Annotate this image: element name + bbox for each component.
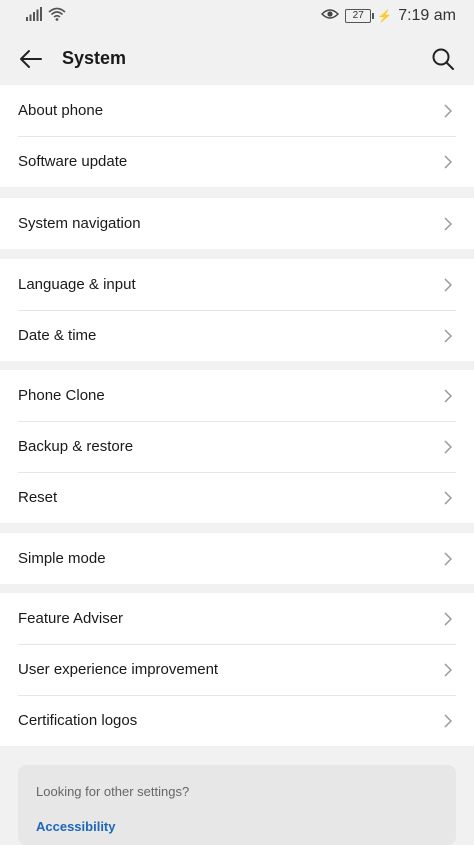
settings-item-about-phone[interactable]: About phone (0, 85, 474, 136)
chevron-right-icon (444, 611, 456, 627)
settings-item-label: Backup & restore (18, 438, 134, 455)
settings-item-simple-mode[interactable]: Simple mode (0, 533, 474, 584)
clock: 7:19 am (398, 7, 456, 24)
chevron-right-icon (444, 439, 456, 455)
settings-group-backup: Phone Clone Backup & restore Reset (0, 370, 474, 523)
settings-item-label: Reset (18, 489, 58, 506)
settings-item-software-update[interactable]: Software update (0, 136, 474, 187)
settings-item-phone-clone[interactable]: Phone Clone (0, 370, 474, 421)
chevron-right-icon (444, 154, 456, 170)
chevron-right-icon (444, 713, 456, 729)
settings-item-label: About phone (18, 102, 104, 119)
suggestion-question: Looking for other settings? (36, 784, 190, 799)
settings-item-label: User experience improvement (18, 661, 219, 678)
settings-item-feature-adviser[interactable]: Feature Adviser (0, 593, 474, 644)
settings-item-label: Phone Clone (18, 387, 105, 404)
settings-item-certification-logos[interactable]: Certification logos (0, 695, 474, 746)
settings-item-label: Date & time (18, 327, 97, 344)
settings-group-simple-mode: Simple mode (0, 533, 474, 584)
settings-item-label: System navigation (18, 215, 141, 232)
settings-item-label: Feature Adviser (18, 610, 124, 627)
settings-item-user-experience[interactable]: User experience improvement (0, 644, 474, 695)
app-bar: System (0, 32, 474, 85)
chevron-right-icon (444, 490, 456, 506)
settings-item-language-input[interactable]: Language & input (0, 259, 474, 310)
chevron-right-icon (444, 103, 456, 119)
eye-comfort-icon (321, 7, 340, 26)
search-icon[interactable] (430, 46, 456, 72)
settings-item-label: Language & input (18, 276, 136, 293)
settings-item-label: Simple mode (18, 550, 106, 567)
status-bar: 27 ⚡ 7:19 am (0, 0, 474, 32)
settings-item-label: Certification logos (18, 712, 138, 729)
chevron-right-icon (444, 551, 456, 567)
charging-icon: ⚡ (377, 9, 393, 23)
chevron-right-icon (444, 388, 456, 404)
battery-icon: 27 (345, 9, 375, 23)
chevron-right-icon (444, 328, 456, 344)
suggestion-card: Looking for other settings? Accessibilit… (18, 765, 456, 845)
battery-level: 27 (352, 10, 364, 21)
settings-item-reset[interactable]: Reset (0, 472, 474, 523)
settings-item-label: Software update (18, 153, 128, 170)
settings-group-device: About phone Software update (0, 85, 474, 187)
accessibility-link[interactable]: Accessibility (36, 819, 438, 834)
settings-group-misc: Feature Adviser User experience improvem… (0, 593, 474, 746)
arrow-back-icon[interactable] (18, 46, 44, 72)
settings-item-system-navigation[interactable]: System navigation (0, 198, 474, 249)
settings-item-date-time[interactable]: Date & time (0, 310, 474, 361)
settings-item-backup-restore[interactable]: Backup & restore (0, 421, 474, 472)
chevron-right-icon (444, 277, 456, 293)
page-title: System (62, 48, 127, 68)
signal-icon (26, 6, 42, 26)
settings-group-language: Language & input Date & time (0, 259, 474, 361)
wifi-icon (48, 7, 66, 26)
settings-group-navigation: System navigation (0, 198, 474, 249)
chevron-right-icon (444, 216, 456, 232)
chevron-right-icon (444, 662, 456, 678)
